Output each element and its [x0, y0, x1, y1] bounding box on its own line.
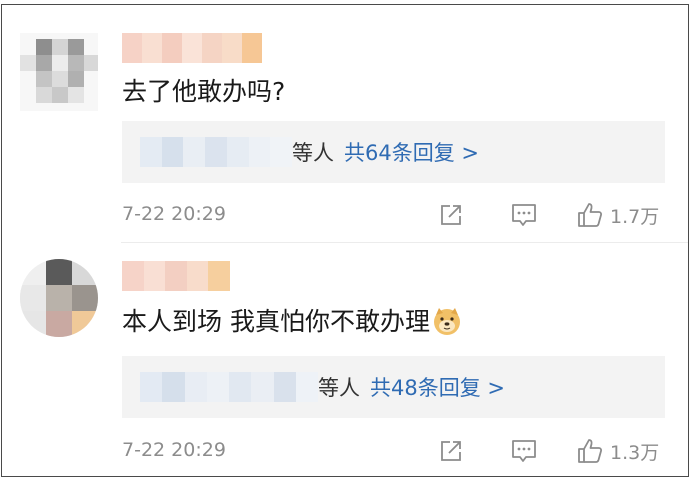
comment-button[interactable] [510, 200, 538, 230]
comment-meta: 7-22 20:29 1.7万 [122, 200, 670, 230]
thumbs-up-icon [578, 439, 603, 463]
share-icon [441, 441, 461, 461]
share-button[interactable] [438, 200, 464, 230]
replies-suffix: 等人 [292, 141, 334, 165]
like-button[interactable]: 1.3万 [576, 436, 659, 466]
replies-preview[interactable]: 等人 共48条回复 > [122, 356, 665, 418]
share-button[interactable] [438, 436, 464, 466]
comment-icon [512, 440, 536, 462]
avatar[interactable] [20, 259, 98, 337]
doge-emoji-icon [433, 308, 460, 335]
comment-meta: 7-22 20:29 1.3万 [122, 436, 670, 466]
reply-count-link[interactable]: 共48条回复 > [370, 372, 505, 402]
comment-text: 去了他敢办吗? [122, 77, 286, 106]
comment-button[interactable] [510, 436, 538, 466]
reply-count-link[interactable]: 共64条回复 > [344, 137, 479, 167]
reply-names-blurred [140, 372, 318, 402]
replies-preview[interactable]: 等人 共64条回复 > [122, 121, 665, 183]
username-blurred[interactable] [122, 33, 262, 63]
like-count: 1.3万 [610, 441, 660, 464]
comment-item: 本人到场 我真怕你不敢办理 等人 共48条回复 > 7-22 20:29 1.3… [2, 243, 690, 478]
share-icon [441, 205, 461, 225]
replies-suffix: 等人 [318, 376, 360, 400]
avatar[interactable] [20, 33, 98, 111]
username-blurred[interactable] [122, 261, 230, 291]
reply-names-blurred [140, 137, 293, 167]
thumbs-up-icon [578, 203, 603, 227]
timestamp: 7-22 20:29 [122, 439, 226, 461]
comment-icon [512, 204, 536, 226]
comment-list: 去了他敢办吗? 等人 共64条回复 > 7-22 20:29 1.7万 本人到场… [1, 4, 689, 477]
timestamp: 7-22 20:29 [122, 203, 226, 225]
like-count: 1.7万 [610, 205, 660, 228]
comment-text-content: 本人到场 我真怕你不敢办理 [122, 307, 430, 336]
like-button[interactable]: 1.7万 [576, 200, 659, 230]
comment-item: 去了他敢办吗? 等人 共64条回复 > 7-22 20:29 1.7万 [2, 5, 690, 243]
comment-text: 本人到场 我真怕你不敢办理 [122, 305, 462, 339]
